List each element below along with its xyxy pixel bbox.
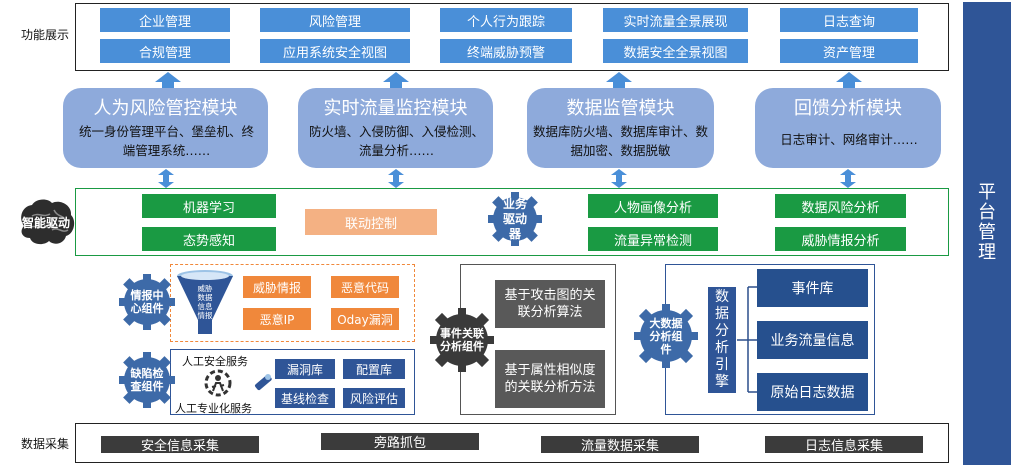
double-arrow-icon — [840, 169, 856, 188]
funnel-label: 威胁数据信息情报 — [197, 284, 213, 320]
traffic-data-collection-box[interactable]: 流量数据采集 — [541, 436, 699, 454]
double-arrow-icon — [158, 169, 174, 188]
module-title: 实时流量监控模块 — [323, 98, 468, 119]
raw-log-store-box[interactable]: 原始日志数据 — [757, 373, 868, 411]
module-title: 回馈分析模块 — [794, 98, 902, 119]
data-risk-analysis-box[interactable]: 数据风险分析 — [775, 194, 906, 218]
attack-graph-method-box[interactable]: 基于攻击图的关联分析算法 — [495, 280, 605, 328]
event-store-box[interactable]: 事件库 — [757, 269, 868, 307]
persona-analysis-box[interactable]: 人物画像分析 — [588, 194, 718, 218]
module-desc: 日志审计、网络审计…… — [780, 132, 918, 147]
platform-management-bar: 平台管理 — [963, 2, 1011, 465]
platform-management-label: 平台管理 — [975, 182, 996, 262]
business-driver-label: 业务驱动器 — [502, 196, 527, 241]
module-title: 人为风险管控模块 — [93, 98, 238, 119]
intel-malicious-ip-box[interactable]: 恶意IP — [243, 308, 311, 330]
situation-awareness-box[interactable]: 态势感知 — [142, 227, 276, 251]
module-realtime-traffic[interactable]: 实时流量监控模块 防火墙、入侵防御、入侵检测、流量分析…… — [298, 88, 493, 168]
funnel-icon: 威胁数据信息情报 — [174, 268, 236, 338]
brain-label: 智能驱动 — [21, 215, 70, 230]
analysis-engine-label: 数据分析引擎 — [715, 289, 729, 390]
module-desc: 统一身份管理平台、堡垒机、终端管理系统…… — [78, 124, 254, 158]
data-collection-label: 数据采集 — [18, 436, 73, 452]
module-feedback-analysis[interactable]: 回馈分析模块 日志审计、网络审计…… — [755, 88, 941, 168]
worker-icon — [204, 369, 232, 397]
linkage-control-box[interactable]: 联动控制 — [305, 209, 437, 235]
bypass-capture-box[interactable]: 旁路抓包 — [321, 433, 479, 451]
threat-intel-analysis-box[interactable]: 威胁情报分析 — [775, 227, 906, 251]
bigdata-label: 大数据分析组件 — [649, 316, 683, 356]
analysis-engine-box[interactable]: 数据分析引擎 — [708, 287, 736, 393]
double-arrow-icon — [388, 169, 404, 188]
intel-threat-box[interactable]: 威胁情报 — [243, 276, 311, 298]
bigdata-gear-icon: 大数据分析组件 — [630, 300, 702, 372]
double-arrow-icon — [611, 169, 627, 188]
function-display-label: 功能展示 — [18, 27, 73, 43]
wrench-icon — [252, 371, 274, 393]
event-correlation-gear-icon: 事件关联分析组件 — [426, 304, 498, 376]
defect-check-label: 缺陷检查组件 — [130, 367, 164, 393]
brain-icon: 智能驱动 — [14, 196, 78, 248]
security-info-collection-box[interactable]: 安全信息采集 — [101, 436, 259, 454]
baseline-check-box[interactable]: 基线检查 — [275, 388, 335, 408]
business-traffic-store-box[interactable]: 业务流量信息 — [757, 321, 868, 359]
traffic-anomaly-box[interactable]: 流量异常检测 — [588, 227, 718, 251]
risk-assessment-box[interactable]: 风险评估 — [343, 388, 405, 408]
intel-oday-box[interactable]: Oday漏洞 — [331, 308, 399, 330]
log-info-collection-box[interactable]: 日志信息采集 — [765, 436, 923, 454]
module-human-risk[interactable]: 人为风险管控模块 统一身份管理平台、堡垒机、终端管理系统…… — [63, 88, 268, 168]
vuln-db-box[interactable]: 漏洞库 — [275, 359, 335, 379]
business-driver-gear-icon: 业务驱动器 — [484, 189, 546, 249]
machine-learning-box[interactable]: 机器学习 — [142, 194, 276, 218]
module-data-supervision[interactable]: 数据监管模块 数据库防火墙、数据库审计、数据加密、数据脱敏 — [527, 88, 714, 168]
defect-check-gear-icon: 缺陷检查组件 — [115, 348, 179, 412]
attribute-similarity-method-box[interactable]: 基于属性相似度的关联分析方法 — [495, 350, 605, 408]
module-title: 数据监管模块 — [566, 98, 675, 119]
intel-center-label: 情报中心组件 — [130, 289, 164, 315]
intel-malware-box[interactable]: 恶意代码 — [331, 276, 399, 298]
manual-service-label: 人工安全服务 — [182, 355, 248, 368]
module-desc: 防火墙、入侵防御、入侵检测、流量分析…… — [308, 124, 484, 158]
event-correlation-label: 事件关联分析组件 — [440, 327, 484, 353]
intel-center-gear-icon: 情报中心组件 — [115, 270, 179, 334]
professional-service-label: 人工专业化服务 — [175, 402, 252, 415]
module-desc: 数据库防火墙、数据库审计、数据加密、数据脱敏 — [532, 124, 708, 158]
config-db-box[interactable]: 配置库 — [343, 359, 405, 379]
